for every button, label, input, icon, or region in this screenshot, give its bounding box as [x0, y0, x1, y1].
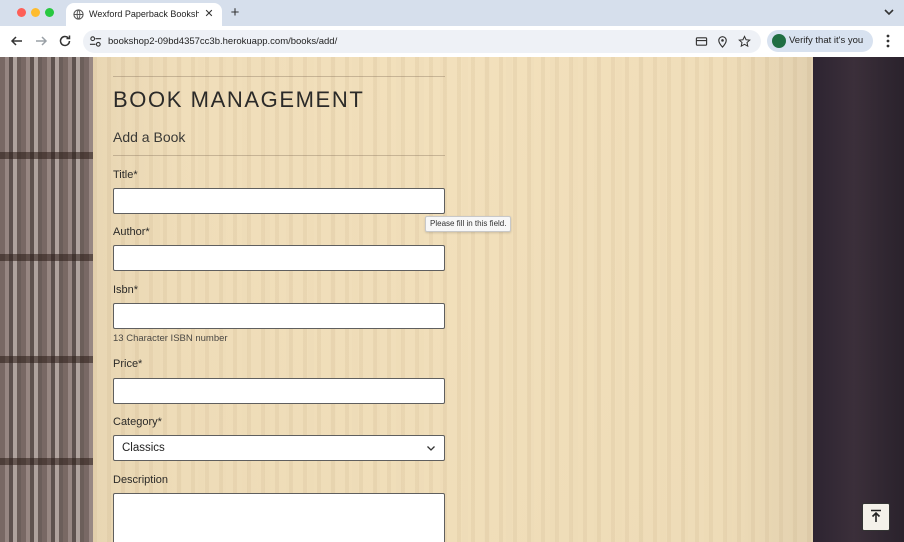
validation-tooltip: Please fill in this field.	[425, 216, 512, 232]
price-input[interactable]	[113, 378, 445, 404]
minimize-window-button[interactable]	[31, 8, 40, 17]
close-window-button[interactable]	[17, 8, 26, 17]
chevron-down-icon	[427, 446, 435, 451]
account-avatar-icon	[772, 34, 786, 48]
isbn-label: Isbn*	[113, 284, 139, 296]
bookmark-star-icon[interactable]	[738, 35, 751, 48]
url-text: bookshop2-09bd4357cc3b.herokuapp.com/boo…	[108, 36, 338, 47]
tab-title: Wexford Paperback Bookshop	[89, 9, 199, 19]
title-input[interactable]	[113, 188, 445, 214]
tab-search-icon[interactable]	[881, 4, 897, 20]
tab-bar: Wexford Paperback Bookshop ✕ +	[0, 0, 904, 26]
page-title: BOOK MANAGEMENT	[113, 87, 365, 112]
content-panel	[93, 57, 813, 542]
isbn-help-text: 13 Character ISBN number	[113, 333, 228, 344]
browser-menu-icon[interactable]	[882, 33, 894, 49]
description-label: Description	[113, 474, 169, 486]
category-selected-value: Classics	[122, 442, 165, 454]
category-select[interactable]: Classics	[113, 435, 445, 461]
site-settings-icon[interactable]	[89, 35, 102, 48]
subtitle-divider	[113, 155, 445, 156]
address-bar[interactable]: bookshop2-09bd4357cc3b.herokuapp.com/boo…	[83, 30, 761, 53]
category-label: Category*	[113, 416, 162, 428]
author-input[interactable]	[113, 245, 445, 271]
close-tab-icon[interactable]: ✕	[202, 6, 216, 22]
description-textarea[interactable]	[113, 493, 445, 542]
card-icon[interactable]	[695, 35, 708, 48]
page-background: BOOK MANAGEMENT Add a Book Title* Please…	[0, 57, 904, 542]
price-label: Price*	[113, 358, 143, 370]
page-subtitle: Add a Book	[113, 129, 186, 145]
author-label: Author*	[113, 226, 150, 238]
location-icon[interactable]	[716, 35, 729, 48]
isbn-input[interactable]	[113, 303, 445, 329]
maximize-window-button[interactable]	[45, 8, 54, 17]
globe-icon	[73, 9, 84, 20]
back-icon[interactable]	[9, 33, 25, 49]
new-tab-button[interactable]: +	[228, 4, 242, 21]
arrow-up-icon	[871, 509, 881, 522]
scroll-to-top-button[interactable]	[862, 503, 890, 531]
title-label: Title*	[113, 169, 138, 181]
verify-label: Verify that it's you	[789, 35, 864, 46]
browser-tab[interactable]: Wexford Paperback Bookshop ✕	[66, 3, 222, 26]
top-divider	[113, 76, 445, 77]
bookshelf-background-left	[0, 57, 93, 542]
forward-icon[interactable]	[33, 33, 49, 49]
reload-icon[interactable]	[57, 33, 73, 49]
bookshelf-background-right	[813, 57, 904, 542]
verify-identity-button[interactable]: Verify that it's you	[767, 30, 873, 52]
